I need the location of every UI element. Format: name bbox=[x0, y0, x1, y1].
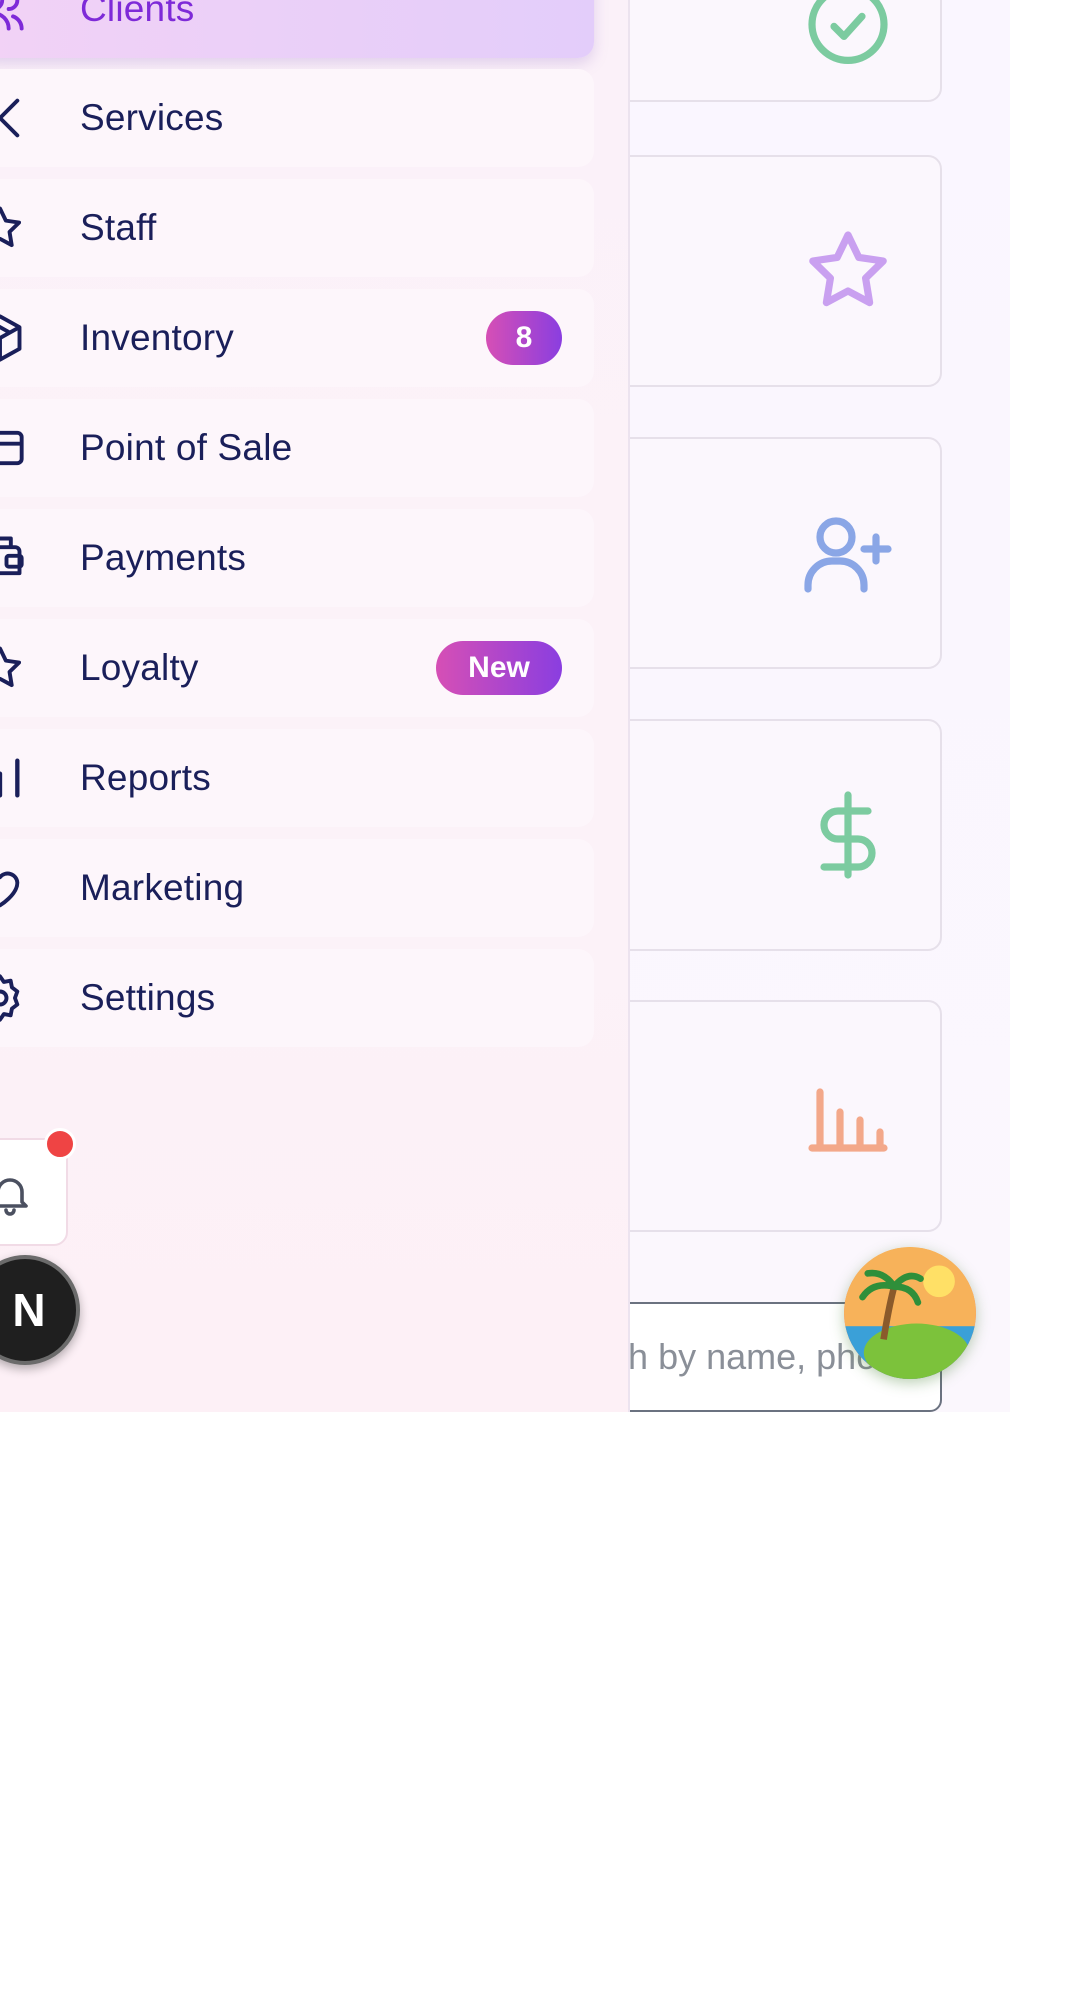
gear-icon bbox=[0, 970, 28, 1026]
sidebar-item-label: Loyalty bbox=[80, 647, 199, 688]
sidebar-item-label: Marketing bbox=[80, 867, 245, 908]
box-icon bbox=[0, 310, 28, 366]
sidebar-item-label: Staff bbox=[80, 207, 157, 248]
bar-chart-icon bbox=[800, 1068, 896, 1164]
star-icon bbox=[0, 640, 28, 696]
sidebar-item-reports[interactable]: Reports bbox=[0, 729, 594, 827]
sidebar: Clients Services Staff Inventory 8 Point… bbox=[0, 0, 630, 1412]
sidebar-item-staff[interactable]: Staff bbox=[0, 179, 594, 277]
sidebar-item-label: Payments bbox=[80, 537, 247, 578]
app-window: Clients Services Staff Inventory 8 bbox=[0, 0, 1010, 1412]
heart-icon bbox=[0, 860, 28, 916]
check-circle-icon bbox=[800, 0, 896, 72]
bell-icon bbox=[0, 1178, 28, 1216]
bar-chart-icon bbox=[0, 750, 28, 806]
users-icon bbox=[0, 0, 28, 37]
wallet-icon bbox=[0, 530, 28, 586]
sidebar-item-label: Services bbox=[80, 97, 224, 138]
avatar-initial: N bbox=[12, 1284, 46, 1336]
scissors-icon bbox=[0, 90, 28, 146]
sidebar-item-clients[interactable]: Clients bbox=[0, 0, 594, 58]
notification-dot bbox=[44, 1128, 76, 1160]
sidebar-item-payments[interactable]: Payments bbox=[0, 509, 594, 607]
dollar-icon bbox=[800, 787, 896, 883]
inventory-count-badge: 8 bbox=[486, 311, 562, 365]
star-icon bbox=[800, 223, 896, 319]
sidebar-item-inventory[interactable]: Inventory 8 bbox=[0, 289, 594, 387]
sidebar-item-label: Reports bbox=[80, 757, 211, 798]
sidebar-item-point-of-sale[interactable]: Point of Sale bbox=[0, 399, 594, 497]
sidebar-item-services[interactable]: Services bbox=[0, 69, 594, 167]
sidebar-item-label: Inventory bbox=[80, 317, 234, 358]
star-icon bbox=[0, 200, 28, 256]
new-badge: New bbox=[436, 641, 562, 695]
sidebar-item-settings[interactable]: Settings bbox=[0, 949, 594, 1047]
assistant-fab-button[interactable] bbox=[844, 1247, 976, 1379]
sidebar-item-label: Settings bbox=[80, 977, 216, 1018]
user-plus-icon bbox=[800, 505, 896, 601]
sidebar-item-loyalty[interactable]: Loyalty New bbox=[0, 619, 594, 717]
sidebar-item-marketing[interactable]: Marketing bbox=[0, 839, 594, 937]
user-avatar-button[interactable]: N bbox=[0, 1255, 80, 1365]
tropical-island-icon bbox=[844, 1247, 976, 1379]
sidebar-item-label: Clients bbox=[80, 0, 195, 29]
credit-card-icon bbox=[0, 420, 28, 476]
sidebar-item-label: Point of Sale bbox=[80, 427, 293, 468]
